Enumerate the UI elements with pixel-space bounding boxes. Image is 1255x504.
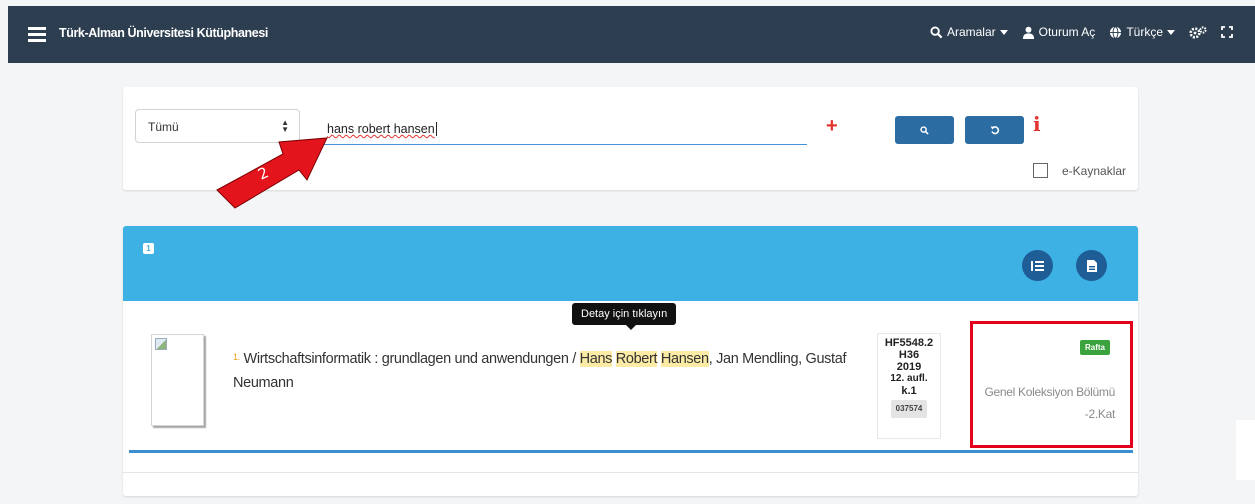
hamburger-menu-icon[interactable]	[28, 27, 46, 42]
search-input[interactable]: hans robert hansen	[317, 113, 807, 145]
fullscreen-icon	[1221, 26, 1233, 38]
search-query-text: hans robert hansen	[327, 122, 435, 136]
call-number-line: k.1	[901, 385, 917, 397]
call-number-line: H36	[898, 349, 920, 361]
info-icon[interactable]: i	[1033, 112, 1041, 136]
export-button[interactable]	[1076, 250, 1107, 281]
results-header: 1	[123, 226, 1138, 301]
tooltip-arrow	[626, 325, 636, 330]
eresources-checkbox[interactable]	[1033, 163, 1048, 178]
login-link[interactable]: Oturum Aç	[1022, 25, 1096, 39]
book-cover-image[interactable]	[151, 334, 204, 426]
search-icon	[930, 25, 943, 38]
divider	[123, 472, 1138, 473]
detail-tooltip: Detay için tıklayın	[572, 303, 677, 325]
call-number-line: 12. aufl.	[890, 373, 928, 384]
top-navbar: Türk-Alman Üniversitesi Kütüphanesi Aram…	[8, 6, 1255, 63]
result-count-badge: 1	[143, 243, 154, 254]
chevron-down-icon	[1167, 29, 1175, 35]
call-number-line: HF5548.2	[884, 337, 934, 349]
search-icon	[920, 125, 929, 135]
results-panel: 1 1. Wirtschaftsinformatik : grundlagen …	[123, 226, 1138, 496]
file-icon	[1086, 259, 1097, 272]
select-arrows-icon: ▲ ▼	[281, 118, 289, 134]
location-line: -2.Kat	[1084, 407, 1116, 421]
fullscreen-button[interactable]	[1221, 26, 1233, 38]
undo-icon	[990, 126, 999, 135]
login-label: Oturum Aç	[1038, 25, 1096, 39]
language-menu[interactable]: Türkçe	[1109, 25, 1175, 39]
language-label: Türkçe	[1126, 25, 1163, 39]
user-icon	[1022, 26, 1034, 39]
divider	[129, 450, 1133, 453]
annotation-arrow: 2	[216, 137, 328, 209]
result-number: 1.	[233, 352, 240, 362]
author-highlight: Hansen	[660, 351, 709, 367]
result-title: Wirtschaftsinformatik : grundlagen und a…	[243, 351, 577, 367]
author-highlight: Robert	[615, 351, 658, 367]
scrollbar[interactable]	[1236, 420, 1255, 480]
author-highlight: Hans	[579, 351, 613, 367]
broken-image-icon	[155, 338, 167, 350]
barcode-badge: 037574	[890, 400, 928, 418]
call-number: HF5548.2 H36 2019 12. aufl. k.1 037574	[877, 333, 941, 439]
location-line: Genel Koleksiyon Bölümü	[984, 385, 1115, 399]
settings-button[interactable]	[1189, 25, 1207, 39]
search-button[interactable]	[895, 116, 954, 144]
list-icon	[1031, 260, 1044, 271]
gears-icon	[1189, 25, 1207, 39]
chevron-down-icon	[999, 29, 1008, 35]
location-text: Genel Koleksiyon Bölümü -2.Kat	[975, 381, 1115, 425]
call-number-line: 2019	[896, 361, 922, 373]
eresources-option[interactable]: e-Kaynaklar	[1033, 163, 1126, 178]
searches-menu[interactable]: Aramalar	[930, 25, 1008, 39]
list-view-button[interactable]	[1022, 250, 1053, 281]
search-scope-value: Tümü	[148, 120, 179, 134]
result-title-link[interactable]: 1. Wirtschaftsinformatik : grundlagen un…	[233, 347, 868, 395]
reset-button[interactable]	[965, 116, 1024, 144]
globe-icon	[1110, 25, 1122, 39]
eresources-label: e-Kaynaklar	[1062, 163, 1127, 178]
add-criteria-icon[interactable]: +	[826, 115, 838, 138]
searches-label: Aramalar	[946, 25, 996, 39]
status-badge: Rafta	[1080, 340, 1111, 355]
site-title[interactable]: Türk-Alman Üniversitesi Kütüphanesi	[59, 26, 268, 40]
